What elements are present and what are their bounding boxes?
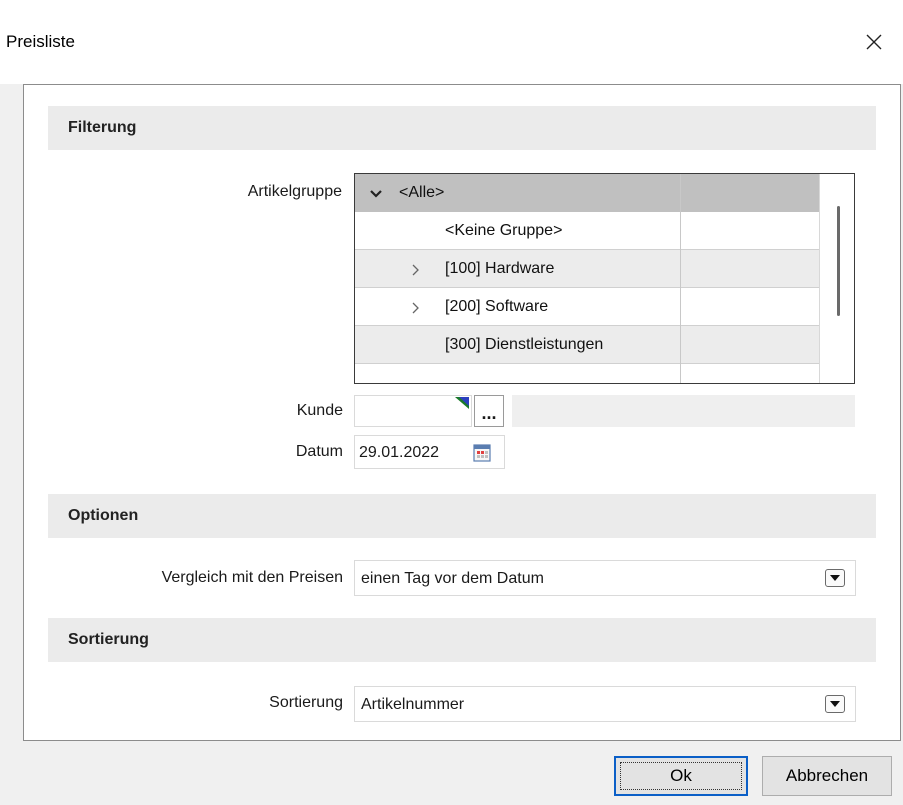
scrollbar-thumb[interactable] [837, 206, 840, 316]
tree-item-label: <Keine Gruppe> [445, 222, 563, 239]
tree-item-alle[interactable]: <Alle> [355, 174, 819, 212]
datum-input[interactable]: 29.01.2022 [354, 435, 505, 469]
ok-button[interactable]: Ok [614, 756, 748, 796]
tree-item-dienstleistungen[interactable]: [300] Dienstleistungen [355, 326, 819, 364]
section-header-optionen: Optionen [48, 494, 876, 538]
close-button[interactable] [856, 22, 892, 62]
dropdown-arrow-icon [830, 701, 840, 707]
tree-item-software[interactable]: [200] Software [355, 288, 819, 326]
kunde-name-display [512, 395, 855, 427]
sortierung-select[interactable]: Artikelnummer [354, 686, 856, 722]
tree-scrollbar[interactable] [819, 174, 854, 383]
vergleich-select[interactable]: einen Tag vor dem Datum [354, 560, 856, 596]
section-header-filterung: Filterung [48, 106, 876, 150]
section-header-sortierung: Sortierung [48, 618, 876, 662]
sortierung-dropdown-button[interactable] [825, 695, 845, 713]
sortierung-label: Sortierung [269, 694, 343, 711]
tree-item-label: <Alle> [399, 184, 445, 201]
kunde-browse-button[interactable]: ... [474, 395, 504, 427]
artikelgruppe-label: Artikelgruppe [247, 183, 342, 200]
tree-item-label: [200] Software [445, 298, 549, 315]
dropdown-arrow-icon [830, 575, 840, 581]
chevron-right-icon[interactable] [411, 264, 421, 276]
kunde-label: Kunde [296, 402, 343, 419]
dropdown-corner-icon [455, 397, 469, 409]
vergleich-label: Vergleich mit den Preisen [161, 569, 343, 586]
chevron-down-icon[interactable] [369, 189, 383, 199]
cancel-button[interactable]: Abbrechen [762, 756, 892, 796]
tree-item-keine-gruppe[interactable]: <Keine Gruppe> [355, 212, 819, 250]
artikelgruppe-tree[interactable]: <Alle> <Keine Gruppe> [100] Hardware [20… [354, 173, 855, 384]
tree-item-partial [355, 364, 819, 383]
title-bar: Preisliste [0, 0, 903, 84]
window-title: Preisliste [6, 32, 75, 51]
tree-item-label: [300] Dienstleistungen [445, 336, 604, 353]
close-icon [866, 34, 882, 50]
calendar-icon[interactable] [473, 444, 491, 462]
tree-item-label: [100] Hardware [445, 260, 555, 277]
tree-item-hardware[interactable]: [100] Hardware [355, 250, 819, 288]
datum-label: Datum [295, 443, 343, 460]
chevron-right-icon[interactable] [411, 302, 421, 314]
vergleich-dropdown-button[interactable] [825, 569, 845, 587]
